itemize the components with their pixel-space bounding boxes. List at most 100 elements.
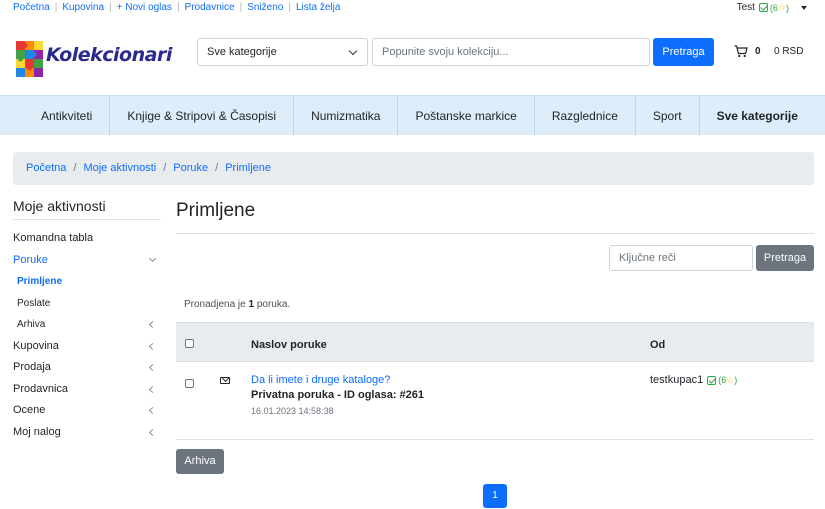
- sidebar-item-label: Poslate: [17, 297, 51, 309]
- sidebar-item-label: Komandna tabla: [13, 232, 94, 244]
- sender-name[interactable]: testkupac1: [650, 374, 703, 386]
- breadcrumb-poruke[interactable]: Poruke: [173, 162, 208, 175]
- sidebar-item-moj-nalog[interactable]: Moj nalog: [13, 422, 161, 444]
- top-links: Početna | Kupovina | + Novi oglas | Prodavn…: [13, 2, 340, 13]
- divider: [176, 233, 814, 234]
- breadcrumb-separator: /: [163, 162, 167, 174]
- category-postanske-markice[interactable]: Poštanske markice: [398, 96, 535, 136]
- results-number: 1: [248, 299, 255, 310]
- message-date: 16.01.2023 14:58:38: [251, 406, 334, 416]
- breadcrumb-primljene[interactable]: Primljene: [225, 162, 271, 175]
- sidebar-item-label: Arhiva: [17, 319, 46, 330]
- separator: |: [109, 2, 112, 13]
- page-title: Primljene: [176, 200, 256, 221]
- chevron-left-icon: [148, 406, 157, 415]
- user-name: Test: [736, 2, 755, 13]
- envelope-icon: [220, 377, 230, 384]
- select-all-checkbox[interactable]: [185, 339, 194, 348]
- separator: |: [176, 2, 180, 13]
- sidebar-title: Moje aktivnosti: [13, 198, 161, 220]
- search-button[interactable]: Pretraga: [653, 38, 714, 66]
- results-prefix: Pronadjena je: [184, 299, 246, 310]
- sidebar-item-label: Primljene: [17, 276, 63, 287]
- chevron-left-icon: [148, 320, 157, 329]
- verified-check-icon: [758, 3, 768, 12]
- caret-down-icon[interactable]: [801, 5, 807, 10]
- breadcrumb-separator: /: [73, 162, 77, 174]
- separator: |: [239, 2, 243, 13]
- chevron-left-icon: [148, 385, 157, 393]
- category-knjige[interactable]: Knjige & Stripovi & Časopisi: [110, 96, 295, 136]
- breadcrumb-moje-aktivnosti[interactable]: Moje aktivnosti: [83, 162, 156, 175]
- separator: |: [54, 2, 58, 13]
- search-input[interactable]: Popunite svoju kolekciju...: [372, 38, 650, 66]
- category-razglednice[interactable]: Razglednice: [535, 96, 636, 136]
- sidebar-item-label: Prodaja: [13, 361, 51, 373]
- sidebar-item-arhiva[interactable]: Arhiva: [13, 314, 161, 336]
- chevron-down-icon: [348, 46, 358, 56]
- table-header: Naslov poruke Od: [176, 322, 814, 362]
- header-from: Od: [650, 339, 666, 351]
- sidebar-item-poruke[interactable]: Poruke: [13, 250, 161, 272]
- sidebar-item-komandna-tabla[interactable]: Komandna tabla: [13, 228, 161, 250]
- pagination-page-1[interactable]: 1: [483, 484, 507, 508]
- category-nav: Antikviteti Knjige & Stripovi & Časopisi…: [0, 95, 825, 136]
- category-sport[interactable]: Sport: [636, 96, 700, 136]
- chevron-down-icon: [148, 254, 157, 262]
- keywords-input[interactable]: Ključne reči: [609, 245, 753, 271]
- sidebar-item-label: Moj nalog: [13, 425, 61, 438]
- top-link-snizeno[interactable]: Sniženo: [247, 2, 283, 13]
- sidebar-item-label: Prodavnica: [13, 382, 69, 395]
- user-menu[interactable]: Test (6 ☆ ): [737, 2, 807, 13]
- sender-rating-end: ): [734, 375, 738, 385]
- archive-button[interactable]: Arhiva: [176, 449, 224, 474]
- cart-total: 0 RSD: [774, 46, 804, 57]
- sidebar: Moje aktivnosti Komandna tabla Poruke Pr…: [13, 198, 161, 443]
- top-link-novi-oglas[interactable]: + Novi oglas: [117, 2, 172, 13]
- sidebar-item-poslate[interactable]: Poslate: [13, 293, 161, 315]
- puzzle-logo-icon: [16, 41, 43, 77]
- sidebar-item-label: Poruke: [13, 253, 48, 266]
- breadcrumb-pocetna[interactable]: Početna: [26, 162, 66, 175]
- category-numizmatika[interactable]: Numizmatika: [294, 96, 399, 136]
- breadcrumb: Početna / Moje aktivnosti / Poruke / Pri…: [13, 152, 814, 185]
- top-link-kupovina[interactable]: Kupovina: [62, 2, 104, 13]
- message-sender: testkupac1 (6 ☆ ): [650, 374, 737, 386]
- breadcrumb-separator: /: [215, 162, 219, 174]
- search-placeholder: Popunite svoju kolekciju...: [382, 46, 509, 58]
- category-sve[interactable]: Sve kategorije: [700, 96, 815, 136]
- keywords-search-button[interactable]: Pretraga: [756, 245, 814, 271]
- row-checkbox[interactable]: [185, 379, 194, 388]
- sidebar-item-prodavnica[interactable]: Prodavnica: [13, 379, 161, 401]
- top-link-pocetna[interactable]: Početna: [13, 2, 50, 13]
- user-rating-end: ): [786, 2, 789, 13]
- sidebar-item-label: Ocene: [13, 404, 46, 416]
- star-icon: ☆: [777, 2, 786, 12]
- message-subject-link[interactable]: Da li imete i druge kataloge?: [251, 374, 390, 386]
- cart-count: 0: [755, 46, 761, 57]
- category-select[interactable]: Sve kategorije: [197, 38, 368, 66]
- sidebar-item-prodaja[interactable]: Prodaja: [13, 357, 161, 379]
- top-link-prodavnice[interactable]: Prodavnice: [185, 2, 235, 13]
- results-suffix: poruka.: [256, 299, 291, 310]
- logo-text: Kolekcionari: [46, 44, 172, 66]
- sender-rating: (6: [718, 375, 727, 385]
- table-row: Da li imete i druge kataloge? Privatna p…: [176, 362, 814, 440]
- cart-icon[interactable]: [734, 45, 748, 58]
- star-icon: ☆: [726, 374, 735, 385]
- site-logo[interactable]: Kolekcionari: [14, 37, 172, 79]
- category-antikviteti[interactable]: Antikviteti: [24, 96, 111, 136]
- sidebar-item-ocene[interactable]: Ocene: [13, 400, 161, 422]
- results-count: Pronadjena je 1 poruka.: [184, 299, 290, 310]
- top-link-lista-zelja[interactable]: Lista želja: [296, 2, 340, 13]
- header-subject: Naslov poruke: [251, 339, 327, 351]
- user-rating: (6: [769, 2, 778, 13]
- top-bar: Početna | Kupovina | + Novi oglas | Prodavn…: [0, 0, 825, 18]
- sidebar-item-label: Kupovina: [13, 339, 59, 352]
- sidebar-item-primljene[interactable]: Primljene: [13, 271, 161, 293]
- verified-check-icon: [707, 375, 717, 385]
- chevron-left-icon: [148, 363, 157, 372]
- keywords-placeholder: Ključne reči: [619, 252, 676, 264]
- chevron-left-icon: [148, 428, 157, 436]
- sidebar-item-kupovina[interactable]: Kupovina: [13, 336, 161, 358]
